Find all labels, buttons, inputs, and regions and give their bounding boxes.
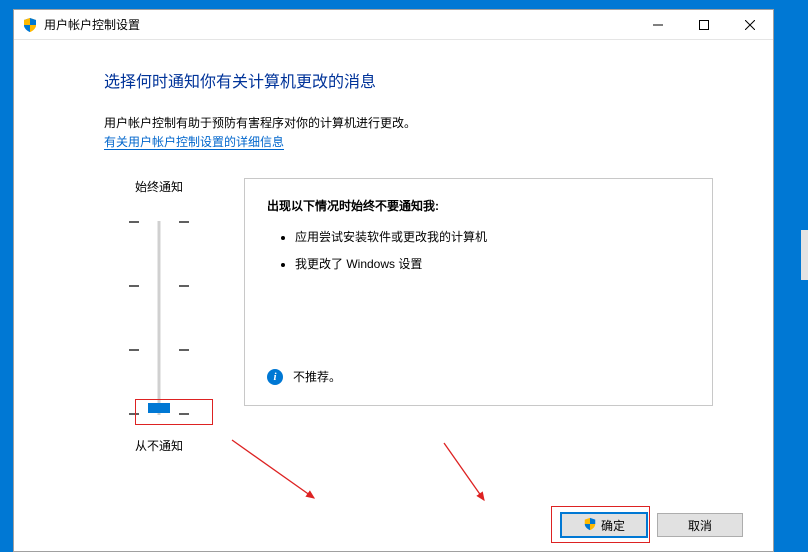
ok-button[interactable]: 确定 xyxy=(561,513,647,537)
slider-column: 始终通知 从不通知 xyxy=(104,178,214,454)
slider-label-always: 始终通知 xyxy=(135,178,183,195)
uac-settings-window: 用户帐户控制设置 选择何时通知你有关计算机更改的消息 用户帐户控制有助于预防有害… xyxy=(13,9,774,552)
info-column: 出现以下情况时始终不要通知我: 应用尝试安装软件或更改我的计算机 我更改了 Wi… xyxy=(244,178,713,454)
page-heading: 选择何时通知你有关计算机更改的消息 xyxy=(104,68,713,92)
page-description: 用户帐户控制有助于预防有害程序对你的计算机进行更改。 xyxy=(104,114,713,131)
button-row: 确定 取消 xyxy=(561,513,743,537)
cancel-button-label: 取消 xyxy=(688,517,712,534)
info-icon: i xyxy=(267,369,283,385)
slider-section: 始终通知 从不通知 出现以下情况时始终不要通知我: 应用尝试安装软件或更改我的计 xyxy=(104,178,713,454)
annotation-highlight-slider xyxy=(135,399,213,425)
list-item: 应用尝试安装软件或更改我的计算机 xyxy=(295,228,690,245)
minimize-button[interactable] xyxy=(635,10,681,40)
help-link[interactable]: 有关用户帐户控制设置的详细信息 xyxy=(104,135,284,150)
list-item: 我更改了 Windows 设置 xyxy=(295,255,690,272)
info-note: i 不推荐。 xyxy=(267,368,341,385)
shield-icon xyxy=(22,17,38,33)
maximize-button[interactable] xyxy=(681,10,727,40)
info-list: 应用尝试安装软件或更改我的计算机 我更改了 Windows 设置 xyxy=(267,228,690,272)
slider-thumb[interactable] xyxy=(148,403,170,413)
content-area: 选择何时通知你有关计算机更改的消息 用户帐户控制有助于预防有害程序对你的计算机进… xyxy=(14,40,773,551)
window-controls xyxy=(635,10,773,40)
ok-button-label: 确定 xyxy=(601,517,625,534)
info-box-title: 出现以下情况时始终不要通知我: xyxy=(267,197,690,214)
info-note-text: 不推荐。 xyxy=(293,368,341,385)
close-button[interactable] xyxy=(727,10,773,40)
slider-label-never: 从不通知 xyxy=(135,437,183,454)
window-title: 用户帐户控制设置 xyxy=(44,16,140,33)
desktop-taskbar-edge xyxy=(801,230,808,280)
titlebar[interactable]: 用户帐户控制设置 xyxy=(14,10,773,40)
notification-slider[interactable] xyxy=(129,213,189,423)
cancel-button[interactable]: 取消 xyxy=(657,513,743,537)
shield-icon xyxy=(583,517,597,534)
info-box: 出现以下情况时始终不要通知我: 应用尝试安装软件或更改我的计算机 我更改了 Wi… xyxy=(244,178,713,406)
